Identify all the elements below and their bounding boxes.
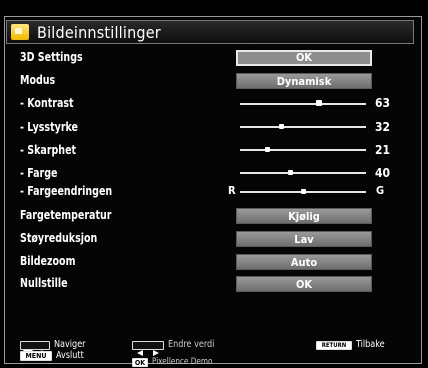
navigate-keys (20, 341, 50, 356)
menu-key: MENU (20, 351, 52, 361)
row-label-3d-settings: 3D Settings (20, 50, 83, 64)
ok-key: OK (132, 358, 148, 367)
fargeendringen-right-label: G (376, 184, 385, 197)
bildezoom-select[interactable]: Auto (236, 254, 372, 270)
lysstyrke-value: 32 (375, 120, 391, 134)
pixellence-demo-label: Pixellence Demo (152, 357, 213, 367)
3d-settings-ok-button[interactable]: OK (236, 50, 372, 66)
exit-label: Avslutt (56, 350, 84, 361)
picture-settings-icon (11, 24, 29, 40)
row-label-stoyreduksjon: Støyreduksjon (20, 231, 98, 245)
farge-slider-knob[interactable] (288, 170, 294, 175)
row-label-skarphet: - Skarphet (20, 143, 77, 157)
return-key: RETURN (316, 341, 352, 350)
stoyreduksjon-select[interactable]: Lav (236, 231, 372, 247)
modus-select[interactable]: Dynamisk (236, 73, 372, 89)
nullstille-ok-button[interactable]: OK (236, 276, 372, 292)
row-label-nullstille: Nullstille (20, 276, 68, 290)
fargeendringen-left-label: R (228, 184, 236, 197)
row-label-kontrast: - Kontrast (20, 96, 74, 110)
row-label-farge: - Farge (20, 166, 58, 180)
skarphet-slider-knob[interactable] (265, 147, 271, 152)
menu-title-bar: Bildeinnstillinger (6, 20, 414, 44)
row-label-fargeendringen: - Fargeendringen (20, 184, 113, 198)
menu-title: Bildeinnstillinger (37, 23, 161, 42)
skarphet-slider[interactable] (240, 149, 366, 151)
navigate-label: Naviger (54, 339, 86, 350)
row-label-fargetemperatur: Fargetemperatur (20, 208, 112, 222)
farge-value: 40 (375, 166, 391, 180)
skarphet-value: 21 (375, 143, 391, 157)
kontrast-value: 63 (375, 96, 391, 110)
farge-slider[interactable] (240, 172, 366, 174)
left-right-arrow-icon (137, 350, 159, 356)
change-value-label: Endre verdi (168, 339, 215, 350)
back-label: Tilbake (356, 339, 385, 350)
fargeendringen-slider-knob[interactable] (300, 189, 306, 194)
lysstyrke-slider[interactable] (240, 126, 366, 128)
lysstyrke-slider-knob[interactable] (278, 124, 284, 129)
row-label-lysstyrke: - Lysstyrke (20, 120, 78, 134)
fargetemperatur-select[interactable]: Kjølig (236, 208, 372, 224)
kontrast-slider[interactable] (240, 103, 366, 105)
left-right-keys (132, 341, 164, 356)
row-label-bildezoom: Bildezoom (20, 254, 76, 268)
row-label-modus: Modus (20, 73, 56, 87)
kontrast-slider-knob[interactable] (315, 100, 322, 106)
